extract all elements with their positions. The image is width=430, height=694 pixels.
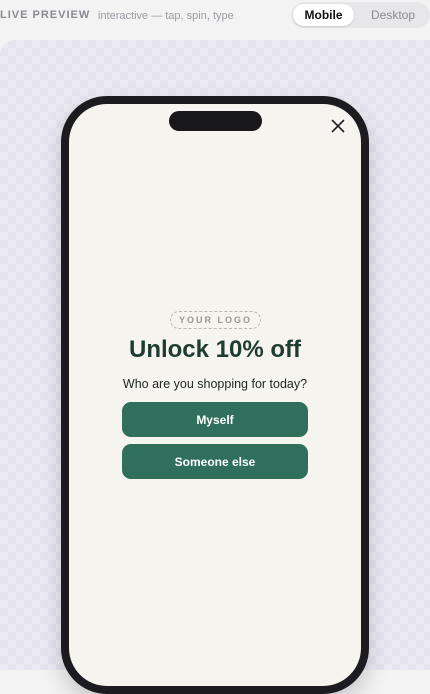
popup-question: Who are you shopping for today? bbox=[122, 377, 308, 391]
logo-placeholder: YOUR LOGO bbox=[170, 311, 261, 329]
phone-frame: YOUR LOGO Unlock 10% off Who are you sho… bbox=[61, 96, 369, 694]
toggle-mobile[interactable]: Mobile bbox=[293, 4, 354, 26]
close-icon bbox=[331, 119, 345, 133]
myself-button[interactable]: Myself bbox=[122, 402, 308, 437]
device-toggle: Mobile Desktop bbox=[291, 2, 430, 28]
preview-stage: YOUR LOGO Unlock 10% off Who are you sho… bbox=[0, 40, 430, 694]
preview-hint: interactive — tap, spin, type bbox=[98, 10, 234, 22]
toggle-desktop[interactable]: Desktop bbox=[359, 4, 427, 26]
close-button[interactable] bbox=[327, 115, 349, 137]
phone-notch bbox=[169, 111, 262, 131]
popup-headline: Unlock 10% off bbox=[128, 336, 302, 363]
someone-else-button[interactable]: Someone else bbox=[122, 444, 308, 479]
live-preview-label: LIVE PREVIEW bbox=[0, 9, 91, 21]
preview-header: LIVE PREVIEW interactive — tap, spin, ty… bbox=[0, 0, 430, 32]
phone-screen: YOUR LOGO Unlock 10% off Who are you sho… bbox=[69, 104, 361, 686]
